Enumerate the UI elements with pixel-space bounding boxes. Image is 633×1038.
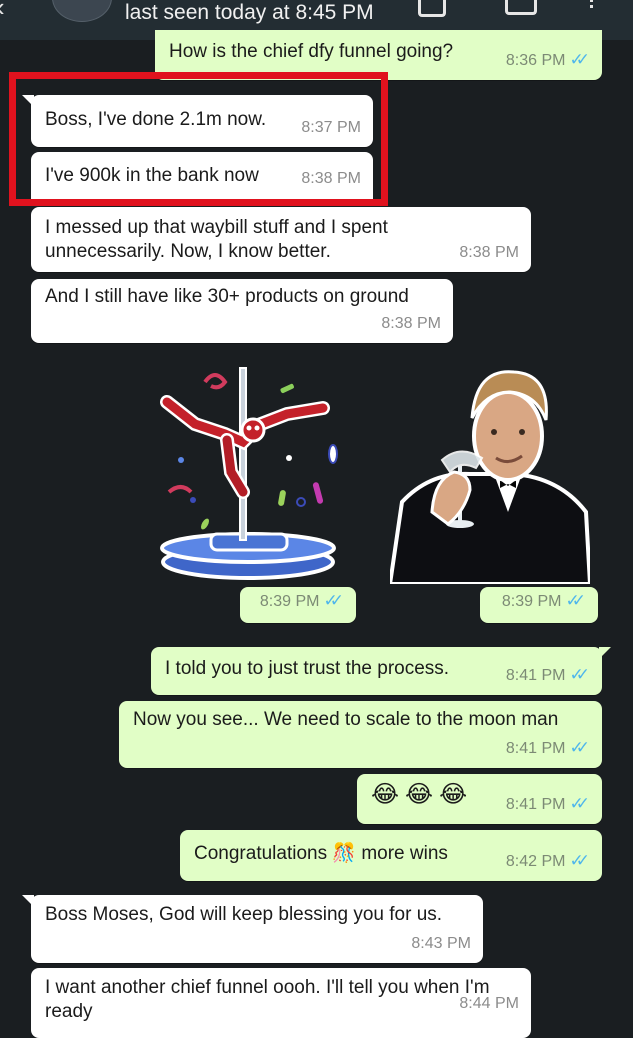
message-time: 8:42 PM — [505, 853, 566, 870]
message-time: 8:41 PM — [505, 740, 566, 757]
leonardo-toast-sticker[interactable] — [387, 362, 593, 586]
confetti-emoji-icon: 🎊 — [332, 843, 357, 864]
message-bubble-outgoing[interactable]: 😂😂😂 8:41 PM ✓✓ — [357, 774, 602, 824]
message-time: 8:41 PM — [505, 796, 566, 813]
message-bubble-outgoing[interactable]: Now you see... We need to scale to the m… — [119, 701, 602, 768]
message-time: 8:44 PM — [459, 995, 519, 1012]
video-call-icon[interactable] — [418, 0, 446, 17]
message-meta: 8:41 PM ✓✓ — [506, 663, 590, 688]
message-bubble-outgoing[interactable]: Congratulations 🎊 more wins 8:42 PM ✓✓ — [180, 830, 602, 881]
message-bubble-incoming[interactable]: I messed up that waybill stuff and I spe… — [31, 207, 531, 272]
double-check-read-icon: ✓✓ — [569, 851, 590, 870]
message-text: I want another chief funnel oooh. I'll t… — [45, 977, 490, 1022]
message-time: 8:39 PM — [501, 593, 562, 610]
back-arrow-icon[interactable]: ‹ — [0, 0, 5, 20]
message-bubble-incoming[interactable]: And I still have like 30+ products on gr… — [31, 279, 453, 343]
message-time: 8:41 PM — [505, 667, 566, 684]
message-time: 8:38 PM — [381, 315, 441, 332]
phone-call-icon[interactable] — [505, 0, 537, 15]
bubble-tail — [599, 647, 611, 659]
message-text: Boss Moses, God will keep blessing you f… — [45, 904, 443, 925]
sticker-artwork — [387, 370, 593, 586]
message-time: 8:36 PM — [505, 52, 566, 69]
red-highlight-frame — [9, 72, 388, 206]
bubble-tail — [22, 895, 34, 907]
message-text: And I still have like 30+ products on gr… — [45, 286, 409, 307]
sticker-artwork — [160, 367, 338, 580]
double-check-read-icon: ✓✓ — [569, 794, 590, 813]
congratulations-text: Congratulations — [194, 843, 328, 864]
message-bubble-outgoing[interactable]: I told you to just trust the process. 8:… — [151, 647, 611, 695]
sticker-time-badge: 8:39 PM ✓✓ — [240, 587, 356, 623]
message-time: 8:39 PM — [259, 593, 320, 610]
double-check-read-icon: ✓✓ — [569, 665, 590, 684]
sticker-time-badge: 8:39 PM ✓✓ — [480, 587, 598, 623]
more-options-icon[interactable] — [590, 0, 599, 8]
message-meta: 8:41 PM ✓✓ — [506, 736, 590, 761]
double-check-read-icon: ✓✓ — [569, 50, 590, 69]
message-meta: 8:39 PM ✓✓ — [260, 589, 344, 614]
more-wins-text: more wins — [361, 843, 448, 864]
message-bubble-incoming[interactable]: Boss Moses, God will keep blessing you f… — [22, 895, 483, 963]
contact-avatar[interactable] — [52, 0, 112, 22]
pole-dancing-deadpool-sticker[interactable] — [155, 362, 340, 582]
double-check-read-icon: ✓✓ — [569, 738, 590, 757]
double-check-read-icon: ✓✓ — [565, 591, 586, 610]
message-meta: 8:42 PM ✓✓ — [506, 849, 590, 874]
message-meta: 8:36 PM ✓✓ — [506, 48, 590, 73]
message-time: 8:38 PM — [459, 244, 519, 261]
message-meta: 8:41 PM ✓✓ — [506, 792, 590, 817]
double-check-read-icon: ✓✓ — [323, 591, 344, 610]
message-bubble-incoming[interactable]: I want another chief funnel oooh. I'll t… — [31, 968, 531, 1038]
message-text: Now you see... We need to scale to the m… — [133, 709, 559, 730]
message-meta: 8:39 PM ✓✓ — [502, 589, 586, 614]
message-text: I messed up that waybill stuff and I spe… — [45, 217, 388, 262]
message-time: 8:43 PM — [411, 935, 471, 952]
last-seen-status: last seen today at 8:45 PM — [125, 1, 374, 24]
